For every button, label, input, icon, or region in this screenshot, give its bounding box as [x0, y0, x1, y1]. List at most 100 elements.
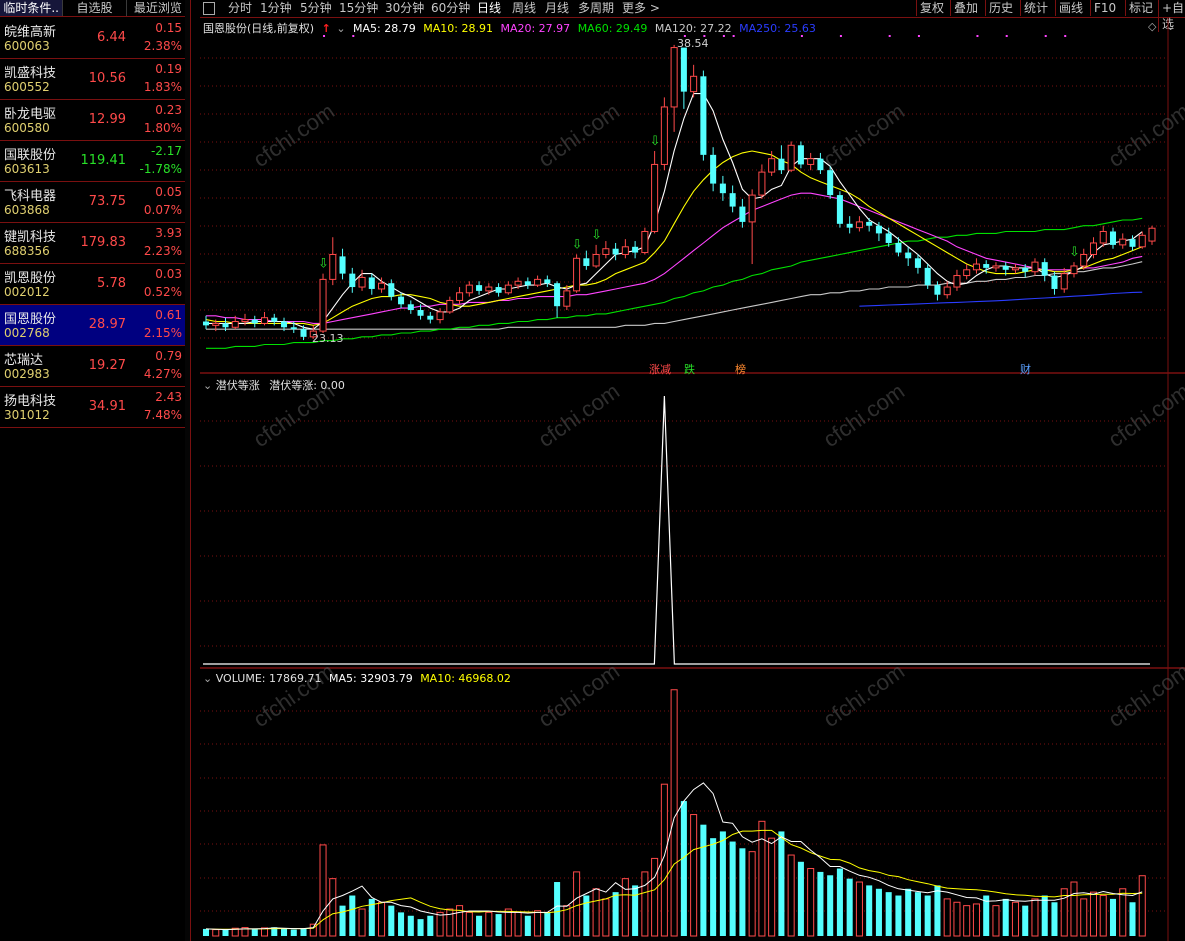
volume-bar: [1011, 901, 1019, 937]
volume-bar: [436, 911, 444, 937]
stock-row[interactable]: 扬电科技 301012 34.91 2.43 7.48%: [0, 387, 185, 428]
watchlist-scrollbar[interactable]: [185, 0, 190, 941]
indicator-chevron-icon[interactable]: ⌄: [203, 379, 212, 392]
volume-bar: [202, 928, 210, 936]
watchlist-panel: 临时条件.. 自选股 最近浏览 皖维高新 600063 6.44 0.15 2.38% 凯…: [0, 0, 191, 941]
candle-body: [827, 170, 834, 196]
volume-bar: [963, 905, 971, 937]
period-multi[interactable]: 多周期: [578, 0, 614, 16]
candle: [202, 315, 210, 330]
period-monthly[interactable]: 月线: [545, 0, 569, 16]
event-tag-fall[interactable]: 跌: [684, 361, 695, 377]
candle: [710, 147, 717, 192]
panel-toggle-icon[interactable]: [203, 2, 215, 15]
candle-body: [729, 193, 736, 207]
stock-row[interactable]: 凯盛科技 600552 10.56 0.19 1.83%: [0, 59, 185, 100]
candle-body: [641, 230, 649, 254]
overlay-button[interactable]: 叠加: [950, 0, 978, 16]
candle: [456, 287, 464, 305]
volume-bar: [632, 885, 639, 936]
stock-price: 119.41: [80, 153, 127, 168]
volume-bar: [1089, 891, 1098, 937]
f10-button[interactable]: F10: [1090, 0, 1116, 16]
candle: [739, 198, 746, 228]
volume-chevron-icon[interactable]: ⌄: [203, 672, 212, 685]
chevron-down-icon[interactable]: ⌄: [336, 22, 345, 35]
volume-bar: [524, 915, 531, 936]
period-15min[interactable]: 15分钟: [339, 0, 378, 16]
volume-bar: [943, 898, 951, 937]
stock-row[interactable]: 皖维高新 600063 6.44 0.15 2.38%: [0, 18, 185, 59]
candle-body: [924, 267, 931, 286]
candle: [632, 241, 639, 259]
stock-row[interactable]: 卧龙电驱 600580 12.99 0.23 1.80%: [0, 100, 185, 141]
stock-row[interactable]: 国恩股份 002768 28.97 0.61 2.15%: [0, 305, 185, 346]
candle-body: [212, 322, 220, 326]
volume-bar: [1051, 902, 1058, 936]
watermark-text: cfchi.com: [534, 658, 624, 732]
stock-change: -2.17: [150, 144, 182, 158]
period-weekly[interactable]: 周线: [512, 0, 536, 16]
stock-row[interactable]: 飞科电器 603868 73.75 0.05 0.07%: [0, 182, 185, 223]
stock-row[interactable]: 键凯科技 688356 179.83 3.93 2.23%: [0, 223, 185, 264]
chart-chevron-icon[interactable]: ⌄: [1166, 20, 1175, 33]
candle-body: [875, 225, 882, 234]
stock-code: 002768: [4, 326, 50, 340]
candle-body: [1138, 234, 1146, 248]
candle-body: [1011, 267, 1019, 271]
volume-bar: [388, 905, 395, 936]
draw-line-button[interactable]: 画线: [1055, 0, 1083, 16]
stock-row[interactable]: 国联股份 603613 119.41 -2.17 -1.78%: [0, 141, 185, 182]
candle: [388, 279, 395, 301]
volume-bar: [866, 885, 873, 936]
tab-temp-condition[interactable]: 临时条件..: [0, 0, 64, 16]
volume-bar: [768, 837, 776, 937]
candle-body: [895, 242, 902, 253]
period-daily[interactable]: 日线: [477, 0, 501, 16]
statistics-button[interactable]: 统计: [1020, 0, 1048, 16]
candle: [846, 216, 853, 234]
candle: [329, 237, 337, 286]
candle: [495, 283, 502, 297]
period-more[interactable]: 更多 >: [622, 0, 660, 16]
history-button[interactable]: 历史: [985, 0, 1013, 16]
stock-change-pct: 1.80%: [143, 121, 182, 135]
period-60min[interactable]: 60分钟: [431, 0, 470, 16]
candle-body: [1080, 253, 1088, 267]
signal-down-arrow-icon: ⇩: [1069, 245, 1080, 260]
kline-chart-svg[interactable]: cfchi.com cfchi.com cfchi.com cfchi.com cfch…: [200, 18, 1185, 941]
event-tag-list[interactable]: 榜: [735, 361, 746, 377]
candle-body: [251, 319, 258, 324]
volume-bar: [924, 895, 931, 936]
event-tag-finance[interactable]: 财: [1020, 361, 1031, 377]
candle: [660, 97, 668, 171]
event-tag-reduce[interactable]: 减: [660, 361, 671, 377]
period-1min[interactable]: 1分钟: [260, 0, 292, 16]
candle: [641, 227, 649, 255]
volume-bar: [827, 875, 834, 936]
candle-body: [1060, 273, 1068, 290]
volume-bar: [407, 915, 414, 936]
volume-bar: [670, 689, 678, 937]
mark-button[interactable]: 标记: [1125, 0, 1153, 16]
restore-rights-button[interactable]: 复权: [916, 0, 944, 16]
period-5min[interactable]: 5分钟: [300, 0, 332, 16]
candle-body: [787, 144, 795, 171]
stock-row[interactable]: 芯瑞达 002983 19.27 0.79 4.27%: [0, 346, 185, 387]
event-tag-rise[interactable]: 涨: [649, 361, 660, 377]
candle-body: [1041, 262, 1048, 276]
period-intraday[interactable]: 分时: [228, 0, 252, 16]
candle-body: [934, 285, 941, 295]
tab-self-selected[interactable]: 自选股: [63, 0, 127, 16]
candle-body: [407, 304, 414, 311]
tab-recent[interactable]: 最近浏览: [127, 0, 190, 16]
diamond-icon[interactable]: ◇: [1148, 20, 1156, 33]
volume-bar: [583, 895, 590, 936]
stock-change: 0.19: [155, 62, 182, 76]
chart-area[interactable]: cfchi.com cfchi.com cfchi.com cfchi.com cfch…: [200, 18, 1185, 941]
candle: [836, 191, 843, 228]
period-30min[interactable]: 30分钟: [385, 0, 424, 16]
stock-row[interactable]: 凯恩股份 002012 5.78 0.03 0.52%: [0, 264, 185, 305]
stock-change: 0.03: [155, 267, 182, 281]
candle-body: [943, 286, 951, 296]
